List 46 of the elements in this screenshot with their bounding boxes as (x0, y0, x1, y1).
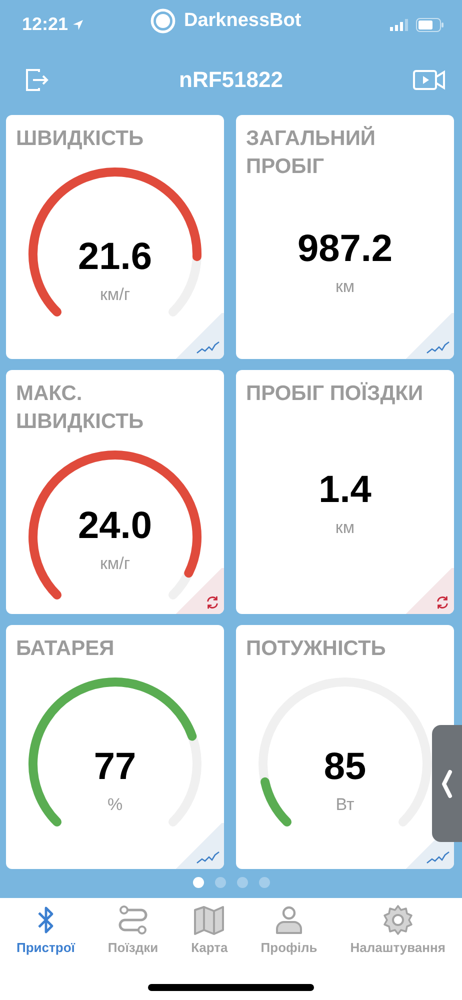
metric-card[interactable]: ЗАГАЛЬНИЙ ПРОБІГ 987.2 км (236, 115, 454, 360)
metric-card[interactable]: ШВИДКІСТЬ 21.6 км/г (6, 115, 224, 360)
metric-card[interactable]: БАТАРЕЯ 77 % (6, 625, 224, 870)
refresh-icon[interactable] (435, 595, 450, 610)
page-dot[interactable] (192, 877, 204, 888)
page-dot[interactable] (258, 877, 270, 888)
metric-value: 24.0 (78, 504, 152, 548)
card-title: ШВИДКІСТЬ (16, 126, 145, 152)
card-title: ПОТУЖНІСТЬ (246, 636, 387, 662)
device-title: nRF51822 (179, 66, 283, 93)
metric-card[interactable]: ПОТУЖНІСТЬ 85 Вт (236, 625, 454, 870)
chart-icon[interactable] (196, 341, 220, 356)
metric-value: 987.2 (297, 228, 393, 271)
card-title: МАКС. ШВИДКІСТЬ (16, 381, 145, 436)
page-dot[interactable] (236, 877, 248, 888)
metric-value: 77 (94, 746, 136, 789)
metric-unit: % (107, 794, 123, 815)
metric-value: 1.4 (318, 468, 372, 512)
status-time: 12:21 (22, 14, 68, 36)
metric-unit: км (335, 276, 355, 297)
metric-value: 85 (324, 746, 366, 789)
metric-unit: км (335, 518, 355, 538)
card-title: ПРОБІГ ПОЇЗДКИ (246, 381, 424, 408)
chart-icon[interactable] (196, 851, 220, 866)
metric-unit: км/г (100, 284, 130, 305)
card-title: ЗАГАЛЬНИЙ ПРОБІГ (246, 125, 377, 180)
metric-card[interactable]: ПРОБІГ ПОЇЗДКИ 1.4 км (236, 370, 454, 614)
metric-value: 21.6 (78, 236, 152, 279)
metric-unit: Вт (336, 794, 354, 815)
metric-unit: км/г (100, 554, 130, 574)
refresh-icon[interactable] (205, 595, 220, 610)
route-icon (117, 904, 149, 936)
page-dot[interactable] (214, 877, 226, 888)
app-name: DarknessBot (184, 10, 302, 32)
settings-icon (382, 904, 414, 936)
chart-icon[interactable] (426, 851, 450, 866)
map-icon (193, 904, 226, 936)
location-arrow-icon (72, 18, 84, 31)
metric-card[interactable]: МАКС. ШВИДКІСТЬ 24.0 км/г (6, 370, 224, 614)
chart-icon[interactable] (426, 341, 450, 356)
battery-icon (416, 18, 444, 32)
signal-icon (390, 18, 408, 31)
tab[interactable]: Пристрої (14, 904, 77, 964)
side-panel-handle[interactable] (432, 725, 462, 842)
card-title: БАТАРЕЯ (16, 636, 116, 662)
record-icon (150, 8, 176, 34)
